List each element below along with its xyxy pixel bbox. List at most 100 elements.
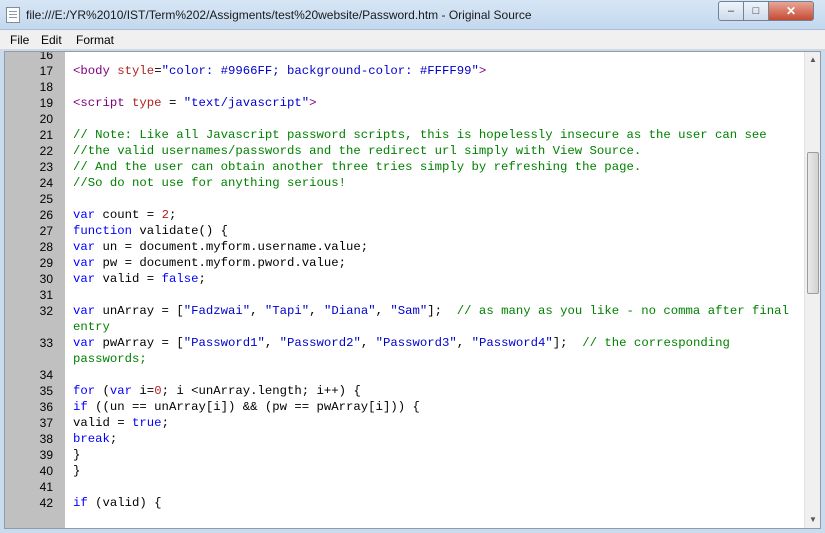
- code-line: 20: [5, 111, 805, 127]
- scroll-up-arrow-icon[interactable]: ▲: [805, 52, 820, 68]
- source-code[interactable]: 16 17 <body style="color: #9966FF; backgr…: [5, 51, 805, 511]
- line-text: for (var i=0; i <unArray.length; i++) {: [73, 383, 797, 399]
- minimize-button[interactable]: –: [718, 1, 744, 21]
- code-token: valid =: [73, 416, 133, 430]
- line-number: 18: [39, 80, 53, 94]
- line-number: 34: [39, 368, 53, 382]
- close-button[interactable]: ✕: [768, 1, 814, 21]
- code-token: ];: [552, 336, 583, 350]
- line-text: //So do not use for anything serious!: [73, 175, 797, 191]
- code-line: 28 var un = document.myform.username.valu…: [5, 239, 805, 255]
- line-text: <body style="color: #9966FF; background-…: [73, 63, 797, 79]
- code-line: 42 if (valid) {: [5, 495, 805, 511]
- line-text: <script type = "text/javascript">: [73, 95, 797, 111]
- line-number: 30: [39, 272, 53, 286]
- code-line: 16: [5, 51, 805, 63]
- code-token: if: [73, 400, 88, 414]
- code-line: 40}: [5, 463, 805, 479]
- code-token: >: [309, 96, 317, 110]
- code-token: "Password1": [183, 336, 265, 350]
- line-number: 25: [39, 192, 53, 206]
- code-token: var: [109, 384, 133, 398]
- code-token: (valid) {: [87, 496, 162, 510]
- code-token: false: [161, 272, 199, 286]
- vertical-scrollbar[interactable]: ▲ ▼: [804, 52, 820, 528]
- code-token: =: [161, 96, 184, 110]
- line-text: break;: [73, 431, 797, 447]
- code-token: //So do not use for anything serious!: [73, 176, 347, 190]
- line-number: 24: [39, 176, 53, 190]
- code-token: un = document.myform.username.value;: [95, 240, 369, 254]
- code-line: 19 <script type = "text/javascript">: [5, 95, 805, 111]
- line-text: var valid = false;: [73, 271, 797, 287]
- code-token: var: [73, 272, 96, 286]
- code-token: <body: [73, 64, 118, 78]
- code-line: 34: [5, 367, 805, 383]
- code-line: 41: [5, 479, 805, 495]
- code-token: // Note: Like all Javascript password sc…: [73, 128, 767, 142]
- line-text: var pw = document.myform.pword.value;: [73, 255, 797, 271]
- code-token: }: [73, 464, 81, 478]
- code-token: "text/javascript": [183, 96, 310, 110]
- line-text: if (valid) {: [73, 495, 797, 511]
- code-token: ((un == unArray[i]) && (pw == pwArray[i]…: [87, 400, 420, 414]
- line-text: [73, 79, 797, 95]
- code-line: 22 //the valid usernames/passwords and th…: [5, 143, 805, 159]
- window-title: file:///E:/YR%2010/IST/Term%202/Assigmen…: [26, 8, 532, 22]
- line-number: 21: [39, 128, 53, 142]
- line-text: }: [73, 463, 797, 479]
- menu-bar: File Edit Format: [0, 30, 825, 50]
- source-editor[interactable]: 16 17 <body style="color: #9966FF; backgr…: [4, 51, 821, 529]
- code-token: "Password3": [375, 336, 457, 350]
- code-line: 35 for (var i=0; i <unArray.length; i++) …: [5, 383, 805, 399]
- line-number: 16: [39, 51, 53, 62]
- line-number: 26: [39, 208, 53, 222]
- code-token: "color: #9966FF; background-color: #FFFF…: [161, 64, 479, 78]
- code-token: validate() {: [132, 224, 228, 238]
- code-token: if: [73, 496, 88, 510]
- scrollbar-thumb[interactable]: [807, 152, 819, 294]
- code-line: 39}: [5, 447, 805, 463]
- code-token: valid =: [95, 272, 162, 286]
- code-token: (: [95, 384, 110, 398]
- line-text: [73, 367, 797, 383]
- line-text: var count = 2;: [73, 207, 797, 223]
- line-number: 27: [39, 224, 53, 238]
- code-token: ,: [456, 336, 472, 350]
- menu-format[interactable]: Format: [76, 33, 114, 47]
- code-token: true: [132, 416, 162, 430]
- code-line: 33 var pwArray = ["Password1", "Password2…: [5, 335, 805, 367]
- code-line: 25: [5, 191, 805, 207]
- line-text: valid = true;: [73, 415, 797, 431]
- code-line: 23 // And the user can obtain another thr…: [5, 159, 805, 175]
- code-line: 30 var valid = false;: [5, 271, 805, 287]
- code-token: var: [73, 304, 96, 318]
- line-text: [73, 479, 797, 495]
- code-token: ,: [250, 304, 265, 318]
- line-text: // Note: Like all Javascript password sc…: [73, 127, 797, 143]
- line-number: 22: [39, 144, 53, 158]
- code-token: }: [73, 448, 81, 462]
- line-number: 37: [39, 416, 53, 430]
- code-token: type: [132, 96, 162, 110]
- scroll-down-arrow-icon[interactable]: ▼: [805, 512, 820, 528]
- code-token: var: [73, 208, 96, 222]
- code-token: count =: [95, 208, 162, 222]
- code-token: ,: [375, 304, 391, 318]
- page-source-icon: [6, 7, 20, 23]
- menu-edit[interactable]: Edit: [41, 33, 62, 47]
- line-number: 20: [39, 112, 53, 126]
- line-number: 17: [39, 64, 53, 78]
- line-text: [73, 287, 797, 303]
- line-number: 36: [39, 400, 53, 414]
- line-text: }: [73, 447, 797, 463]
- code-token: break: [73, 432, 110, 446]
- maximize-button[interactable]: □: [743, 1, 769, 21]
- code-token: // And the user can obtain another three…: [73, 160, 642, 174]
- line-number: 42: [39, 496, 53, 510]
- menu-file[interactable]: File: [10, 33, 29, 47]
- line-text: var un = document.myform.username.value;: [73, 239, 797, 255]
- line-text: var pwArray = ["Password1", "Password2",…: [73, 335, 797, 367]
- line-text: // And the user can obtain another three…: [73, 159, 797, 175]
- line-number: 41: [39, 480, 53, 494]
